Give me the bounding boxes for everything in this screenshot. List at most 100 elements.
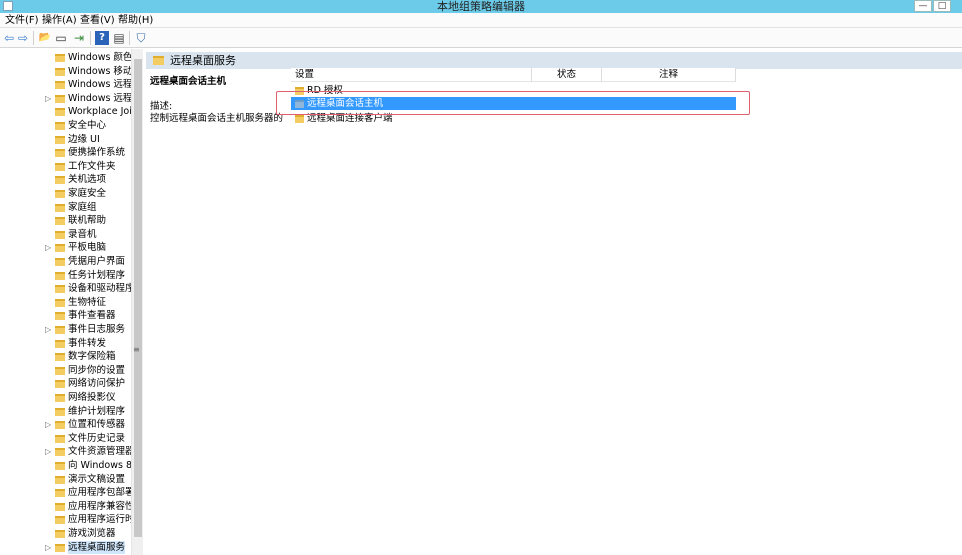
minimize-button[interactable]: — xyxy=(914,0,932,12)
filter-icon[interactable]: ⛉ xyxy=(134,31,148,45)
folder-icon xyxy=(153,56,164,65)
tree-item[interactable]: Windows 远程 s xyxy=(0,78,131,91)
tree-item[interactable]: 应用程序兼容性 xyxy=(0,500,131,513)
tree-item-label: 录音机 xyxy=(68,228,97,240)
scrollbar-grip-icon: ≡ xyxy=(133,345,140,354)
folder-icon xyxy=(55,298,65,307)
tree-item[interactable]: 演示文稿设置 xyxy=(0,473,131,486)
tree-item[interactable]: 文件历史记录 xyxy=(0,432,131,445)
tree-item-remote-desktop-services[interactable]: ▷ 远程桌面服务 xyxy=(0,540,131,554)
column-divider[interactable] xyxy=(531,68,532,82)
window-title: 本地组策略编辑器 xyxy=(437,0,525,13)
tree-item-label: 同步你的设置 xyxy=(68,364,126,376)
tree-item-label: 文件资源管理器 xyxy=(68,446,131,458)
tree-item-label: 远程桌面服务 xyxy=(68,540,126,554)
folder-icon xyxy=(55,434,65,443)
tree-item[interactable]: 边缘 UI xyxy=(0,133,131,146)
column-comment[interactable]: 注释 xyxy=(659,68,678,82)
folder-icon xyxy=(55,407,65,416)
tree-item-label: 设备和驱动程序兼 xyxy=(68,283,131,295)
tree-item-label: 工作文件夹 xyxy=(68,160,116,172)
tree-item[interactable]: ▷ 位置和传感器 xyxy=(0,418,131,431)
tree-item[interactable]: 数字保险箱 xyxy=(0,350,131,363)
tree-item-label: 家庭安全 xyxy=(68,188,107,199)
export-list-icon[interactable]: ⇥ xyxy=(72,31,86,45)
show-hide-tree-icon[interactable]: ▭ xyxy=(54,31,68,45)
forward-arrow-icon[interactable]: ⇨ xyxy=(16,31,30,45)
folder-icon xyxy=(55,502,65,511)
column-divider[interactable] xyxy=(735,68,736,82)
tree-item[interactable]: 向 Windows 8.1 xyxy=(0,459,131,472)
tree-item[interactable]: Windows 颜色系 xyxy=(0,51,131,64)
folder-icon xyxy=(55,353,65,362)
column-state[interactable]: 状态 xyxy=(557,68,576,82)
tree-item-label: 事件日志服务 xyxy=(68,324,126,335)
tree-item[interactable]: 家庭组 xyxy=(0,201,131,214)
tree-item[interactable]: 网络访问保护 xyxy=(0,377,131,390)
tree-item[interactable]: 游戏浏览器 xyxy=(0,527,131,540)
tree-item[interactable]: 同步你的设置 xyxy=(0,364,131,377)
column-setting[interactable]: 设置 xyxy=(295,68,314,82)
description-text: 控制远程桌面会话主机服务器的配置 xyxy=(150,113,283,124)
folder-icon xyxy=(55,176,65,185)
tree-item[interactable]: 联机帮助 xyxy=(0,214,131,227)
column-divider[interactable] xyxy=(601,68,602,82)
tree-item[interactable]: Workplace Join xyxy=(0,105,131,118)
expand-arrow-icon[interactable]: ▷ xyxy=(45,92,51,105)
menu-action[interactable]: 操作(A) xyxy=(42,14,77,27)
tree-item[interactable]: 应用程序包部署 xyxy=(0,486,131,499)
tree-item[interactable]: 工作文件夹 xyxy=(0,160,131,173)
toolbar-separator xyxy=(129,31,130,45)
folder-icon xyxy=(55,516,65,525)
tree-item[interactable]: 生物特征 xyxy=(0,296,131,309)
tree-item[interactable]: ▷ 平板电脑 xyxy=(0,241,131,254)
expand-arrow-icon[interactable]: ▷ xyxy=(45,445,51,458)
tree-item[interactable]: 家庭安全 xyxy=(0,187,131,200)
navigation-tree: Windows 颜色系 Windows 移动中 Windows 远程 s ▷ Wi… xyxy=(0,49,143,555)
tree-item[interactable]: ▷ 事件日志服务 xyxy=(0,323,131,336)
tree-item-label: 网络投影仪 xyxy=(68,392,116,403)
tree-item[interactable]: 录音机 xyxy=(0,228,131,241)
tree-item[interactable]: 安全中心 xyxy=(0,119,131,132)
tree-item[interactable]: 事件查看器 xyxy=(0,309,131,322)
tree-item[interactable]: Windows 移动中 xyxy=(0,65,131,78)
tree-item[interactable]: 便携操作系统 xyxy=(0,146,131,159)
scrollbar-thumb[interactable] xyxy=(134,59,142,537)
tree-item-label: 文件历史记录 xyxy=(68,432,126,444)
back-arrow-icon[interactable]: ⇦ xyxy=(2,31,16,45)
tree-scrollbar[interactable]: ≡ xyxy=(131,49,143,555)
main-pane-title: 远程桌面服务 xyxy=(170,54,236,67)
expand-arrow-icon[interactable]: ▷ xyxy=(45,323,51,336)
tree-item-label: 事件查看器 xyxy=(68,310,116,322)
tree-item[interactable]: ▷ Windows 远程管 xyxy=(0,92,131,105)
tree-item[interactable]: 维护计划程序 xyxy=(0,405,131,418)
help-icon[interactable]: ? xyxy=(95,31,109,45)
menu-help[interactable]: 帮助(H) xyxy=(118,14,153,27)
expand-arrow-icon[interactable]: ▷ xyxy=(45,418,51,431)
folder-icon xyxy=(55,530,65,538)
expand-arrow-icon[interactable]: ▷ xyxy=(45,241,51,254)
tree-item[interactable]: 网络投影仪 xyxy=(0,391,131,404)
folder-icon xyxy=(55,462,65,470)
maximize-button[interactable]: □ xyxy=(933,0,951,12)
tree-item-label: Windows 远程 s xyxy=(68,79,131,91)
properties-icon[interactable]: ▤ xyxy=(112,31,126,45)
folder-icon xyxy=(55,67,65,76)
tree-item-label: 数字保险箱 xyxy=(68,351,116,363)
menu-view[interactable]: 查看(V) xyxy=(80,14,115,27)
tree-item[interactable]: 关机选项 xyxy=(0,173,131,186)
folder-icon xyxy=(295,115,304,123)
menu-file[interactable]: 文件(F) xyxy=(5,14,39,27)
tree-item[interactable]: 事件转发 xyxy=(0,337,131,350)
tree-item-label: 游戏浏览器 xyxy=(68,528,116,539)
tree-item[interactable]: 凭据用户界面 xyxy=(0,255,131,268)
expand-arrow-icon[interactable]: ▷ xyxy=(45,541,51,554)
folder-up-icon[interactable]: 📂 xyxy=(38,31,52,45)
tree-item[interactable]: 任务计划程序 xyxy=(0,269,131,282)
highlight-annotation-box xyxy=(276,91,750,115)
tree-item[interactable]: ▷ 文件资源管理器 xyxy=(0,445,131,458)
tree-item[interactable]: 设备和驱动程序兼 xyxy=(0,282,131,295)
folder-icon xyxy=(55,271,65,280)
tree-item[interactable]: 应用程序运行时 xyxy=(0,513,131,526)
tree-item-label: Windows 颜色系 xyxy=(68,52,131,63)
